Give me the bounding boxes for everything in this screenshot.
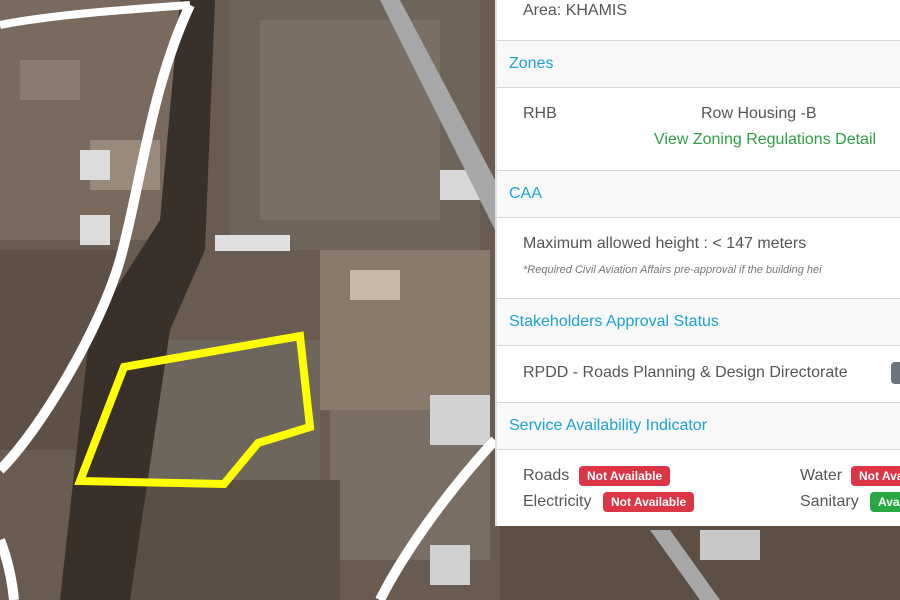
zones-heading: Zones xyxy=(509,55,554,72)
sanitary-status-badge: Ava xyxy=(870,492,900,512)
water-status-badge: Not Avai xyxy=(851,466,900,486)
stakeholder-item: RPDD - Roads Planning & Design Directora… xyxy=(523,364,848,381)
service-label-roads: Roads xyxy=(523,467,570,484)
service-availability-heading: Service Availability Indicator xyxy=(509,417,708,434)
max-height-text: Maximum allowed height : < 147 meters xyxy=(523,235,807,252)
stakeholder-status-badge xyxy=(891,362,900,384)
stakeholders-heading: Stakeholders Approval Status xyxy=(509,313,719,330)
zone-code: RHB xyxy=(523,105,557,122)
caa-header[interactable]: CAA xyxy=(497,170,900,218)
zones-header[interactable]: Zones xyxy=(497,40,900,88)
caa-note: *Required Civil Aviation Affairs pre-app… xyxy=(523,264,822,276)
roads-status-badge: Not Available xyxy=(579,466,671,486)
service-label-sanitary: Sanitary xyxy=(800,493,859,510)
service-availability-header[interactable]: Service Availability Indicator xyxy=(497,402,900,450)
view-zoning-regulations-link[interactable]: View Zoning Regulations Detail xyxy=(654,131,876,149)
parcel-info-panel: Area: KHAMIS Zones RHB Row Housing -B Vi… xyxy=(495,0,900,526)
zone-name: Row Housing -B xyxy=(701,105,817,122)
caa-heading: CAA xyxy=(509,185,542,202)
electricity-status-badge: Not Available xyxy=(603,492,695,512)
stakeholders-header[interactable]: Stakeholders Approval Status xyxy=(497,298,900,346)
service-label-electricity: Electricity xyxy=(523,493,592,510)
area-label: Area: KHAMIS xyxy=(523,2,628,19)
service-label-water: Water xyxy=(800,467,843,484)
